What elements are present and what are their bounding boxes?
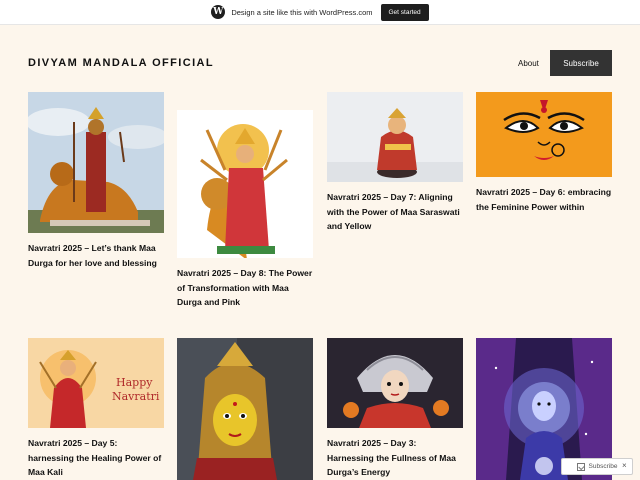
close-icon[interactable]: ×	[622, 461, 627, 470]
floating-subscribe-label: Subscribe	[588, 463, 618, 470]
happy-navratri-card-image: Happy Navratri	[28, 338, 164, 428]
get-started-button[interactable]: Get started	[380, 3, 429, 21]
golden-durga-idol-image	[177, 338, 313, 480]
durga-idol-silver-crown-image	[327, 338, 463, 428]
post-title[interactable]: Navratri 2025 – Day 7: Aligning with the…	[327, 190, 463, 234]
durga-illustration-image	[177, 110, 313, 258]
saraswati-figurine-image	[327, 92, 463, 182]
post-title[interactable]: Navratri 2025 – Day 8: The Power of Tran…	[177, 266, 313, 310]
post-card: Navratri 2025 – Day 3: Harnessing the Fu…	[327, 338, 463, 480]
nav-subscribe-button[interactable]: Subscribe	[550, 50, 612, 76]
happy-text: Happy	[116, 376, 153, 389]
post-card: Navratri 2025 – Day 6: embracing the Fem…	[476, 92, 612, 214]
post-thumbnail[interactable]	[177, 338, 313, 480]
post-thumbnail[interactable]	[327, 338, 463, 428]
post-thumbnail[interactable]	[327, 92, 463, 182]
post-title[interactable]: Navratri 2025 – Let’s thank Maa Durga fo…	[28, 241, 164, 270]
promo-text: Design a site like this with WordPress.c…	[231, 7, 373, 17]
durga-statue-image	[28, 92, 164, 233]
post-thumbnail[interactable]	[476, 92, 612, 177]
post-card	[177, 338, 313, 480]
post-title[interactable]: Navratri 2025 – Day 5: harnessing the He…	[28, 436, 164, 480]
site-title[interactable]: DIVYAM MANDALA OFFICIAL	[28, 57, 214, 69]
post-title[interactable]: Navratri 2025 – Day 3: Harnessing the Fu…	[327, 436, 463, 480]
post-thumbnail[interactable]	[28, 92, 164, 233]
wordpress-promo-bar: W Design a site like this with WordPress…	[0, 0, 640, 25]
reader-subscribe-icon	[576, 462, 585, 471]
post-card: Navratri 2025 – Day 7: Aligning with the…	[327, 92, 463, 234]
nav-about-link[interactable]: About	[518, 59, 539, 68]
navratri-text: Navratri	[112, 390, 160, 403]
wordpress-logo-icon: W	[211, 5, 226, 19]
post-thumbnail[interactable]	[177, 110, 313, 258]
post-title[interactable]: Navratri 2025 – Day 6: embracing the Fem…	[476, 185, 612, 214]
post-card: Navratri 2025 – Day 8: The Power of Tran…	[177, 110, 313, 310]
durga-face-art-image	[476, 92, 612, 177]
post-thumbnail[interactable]: Happy Navratri	[28, 338, 164, 428]
post-card: Happy Navratri Navratri 2025 – Day 5: ha…	[28, 338, 164, 480]
post-card: Navratri 2025 – Let’s thank Maa Durga fo…	[28, 92, 164, 270]
